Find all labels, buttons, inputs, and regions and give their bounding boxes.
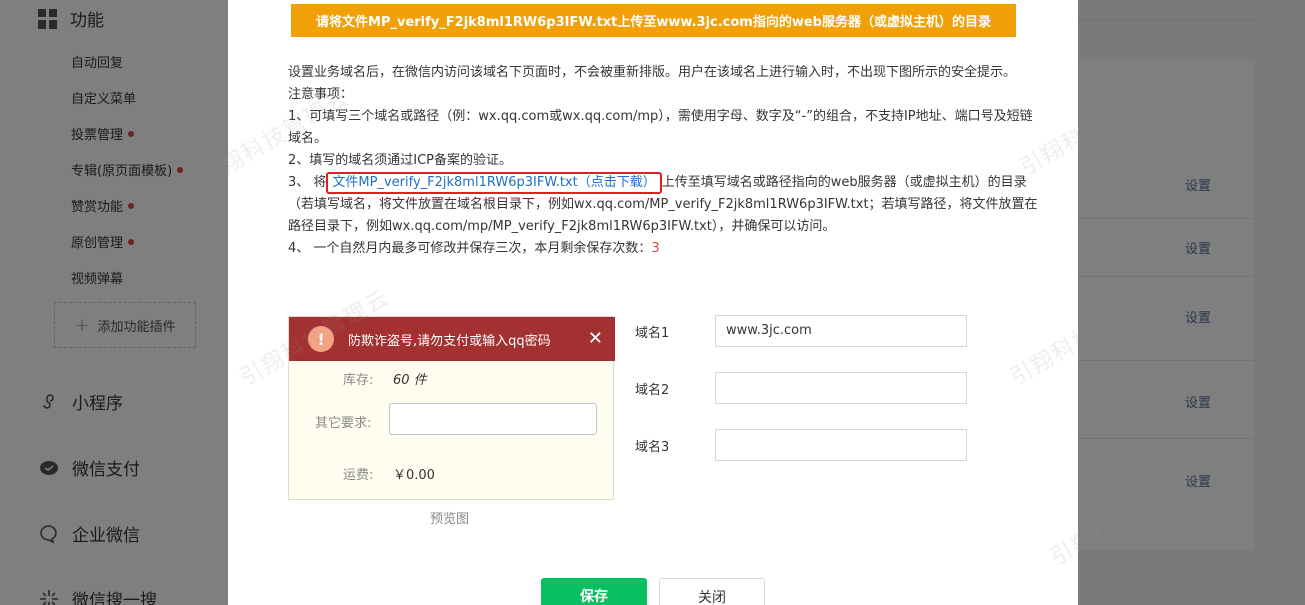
domain-1-label: 域名1 (635, 326, 670, 341)
domain-3-input[interactable] (715, 429, 967, 461)
upload-instruction-banner: 请将文件MP_verify_F2jk8ml1RW6p3IFW.txt上传至www… (291, 4, 1016, 37)
preview-image: ! 防欺诈盗号,请勿支付或输入qq密码 ✕ 库存: 60 件 其它要求: 运费:… (288, 316, 615, 500)
stock-label: 库存: (343, 373, 374, 388)
note-4-text: 4、 一个自然月内最多可修改并保存三次，本月剩余保存次数： (288, 241, 652, 256)
remaining-save-count: 3 (651, 241, 660, 256)
shipping-label: 运费: (343, 468, 374, 483)
domain-3-label: 域名3 (635, 440, 670, 455)
description-text: 设置业务域名后，在微信内访问该域名下页面时，不会被重新排版。用户在该域名上进行输… (288, 65, 1017, 80)
dialog-description: 设置业务域名后，在微信内访问该域名下页面时，不会被重新排版。用户在该域名上进行输… (288, 62, 1038, 260)
business-domain-dialog: 请将文件MP_verify_F2jk8ml1RW6p3IFW.txt上传至www… (228, 0, 1078, 605)
notes-title: 注意事项： (288, 87, 354, 102)
close-button[interactable]: 关闭 (659, 578, 765, 605)
exclamation-icon: ! (308, 326, 334, 352)
note-3-prefix: 3、 将 (288, 175, 327, 190)
note-1: 1、可填写三个域名或路径（例：wx.qq.com或wx.qq.com/mp），需… (288, 109, 1033, 146)
domain-1-input[interactable]: www.3jc.com (715, 315, 967, 347)
other-requirements-input (389, 403, 597, 435)
shipping-value: ￥0.00 (393, 468, 435, 483)
note-2: 2、填写的域名须通过ICP备案的验证。 (288, 153, 513, 168)
save-button[interactable]: 保存 (541, 578, 647, 605)
stock-value: 60 件 (393, 373, 427, 388)
fraud-warning-bar: ! 防欺诈盗号,请勿支付或输入qq密码 ✕ (289, 317, 615, 361)
other-requirements-label: 其它要求: (315, 416, 372, 431)
verify-file-download-link[interactable]: 文件MP_verify_F2jk8ml1RW6p3IFW.txt（点击下载） (326, 172, 662, 194)
domain-2-input[interactable] (715, 372, 967, 404)
fraud-warning-text: 防欺诈盗号,请勿支付或输入qq密码 (348, 333, 551, 349)
preview-caption: 预览图 (430, 512, 470, 527)
close-icon: ✕ (587, 328, 603, 349)
note-3: 3、 将文件MP_verify_F2jk8ml1RW6p3IFW.txt（点击下… (288, 172, 1038, 238)
note-4: 4、 一个自然月内最多可修改并保存三次，本月剩余保存次数：3 (288, 238, 1038, 260)
domain-2-label: 域名2 (635, 383, 670, 398)
